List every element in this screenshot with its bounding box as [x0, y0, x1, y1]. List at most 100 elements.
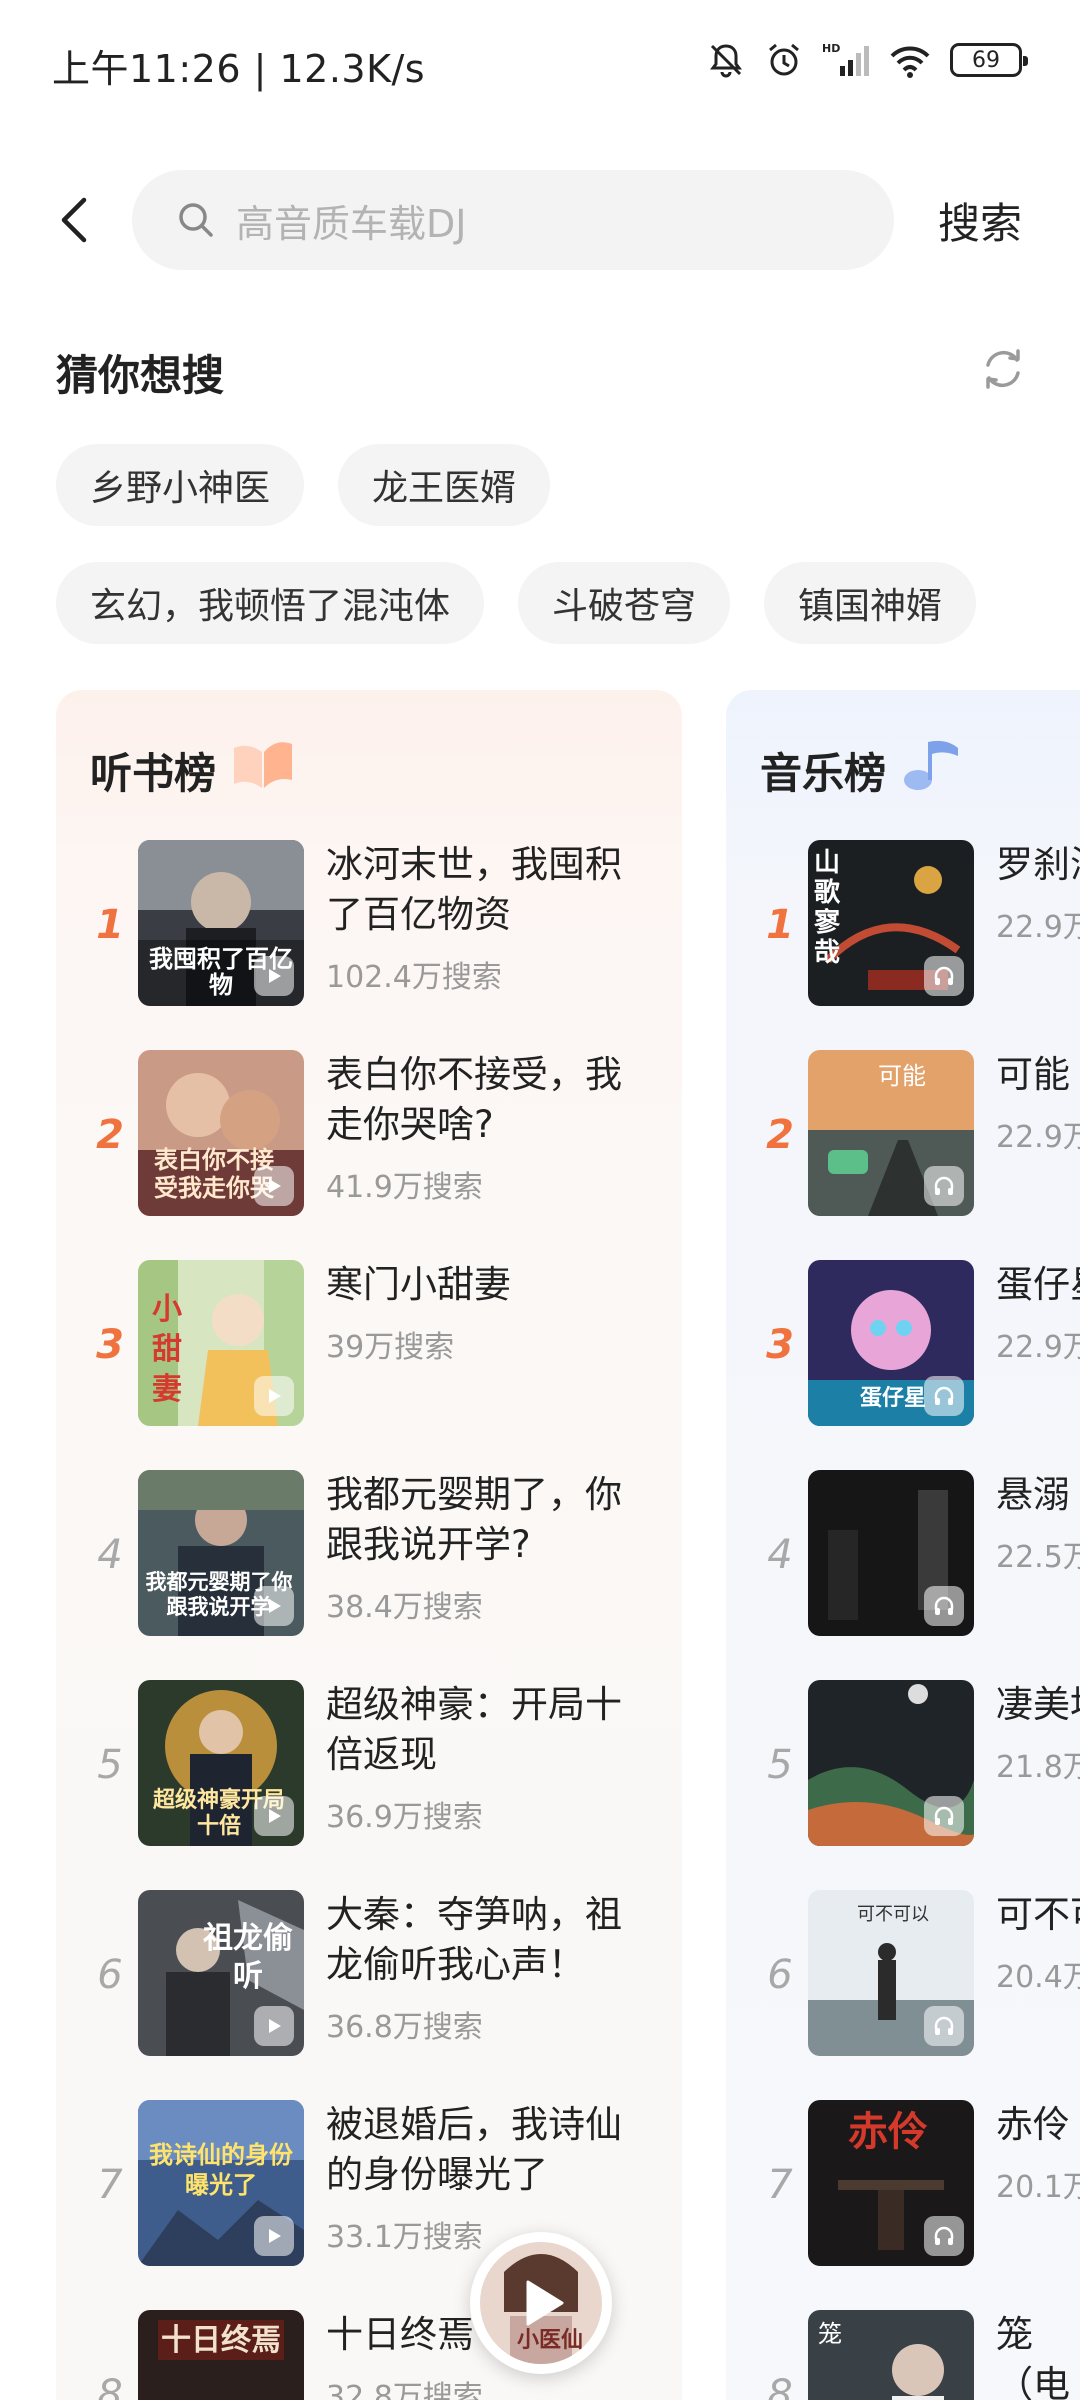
- back-arrow-icon[interactable]: [48, 192, 104, 248]
- battery-indicator: 69: [950, 43, 1028, 77]
- search-count: 22.9万搜索: [996, 910, 1080, 945]
- play-icon: [526, 2280, 564, 2326]
- rank-number: 6: [97, 1952, 123, 1998]
- music-item[interactable]: 3 蛋仔星 蛋仔星球 22.9万搜索: [726, 1260, 1080, 1430]
- audiobook-item[interactable]: 7 我诗仙的身份曝光了 被退婚后，我诗仙的身份曝光了 33.1万搜索: [56, 2100, 682, 2270]
- search-count: 32.8万搜索: [326, 2380, 483, 2400]
- item-title: 赤伶: [996, 2103, 1070, 2146]
- guess-section-title: 猜你想搜: [56, 351, 225, 400]
- open-book-icon: [234, 742, 292, 788]
- rank-number: 8: [97, 2372, 123, 2400]
- item-title: 凄美地: [996, 1683, 1080, 1726]
- mini-player-cover: 小医仙: [480, 2242, 602, 2364]
- music-item[interactable]: 2 可能 可能 22.9万搜索: [726, 1050, 1080, 1220]
- music-item[interactable]: 5 凄美地 21.8万搜索: [726, 1680, 1080, 1850]
- suggestion-chip[interactable]: 乡野小神医: [56, 444, 305, 526]
- item-title: 寒门小甜妻: [326, 1263, 511, 1306]
- cover-text: 可能: [878, 1062, 926, 1090]
- play-icon: [254, 1376, 294, 1416]
- music-chart-title[interactable]: 音乐榜: [760, 740, 886, 801]
- headphones-icon: [924, 2216, 964, 2256]
- album-cover: [808, 1470, 974, 1636]
- signal-icon: HD: [822, 42, 869, 76]
- headphones-icon: [924, 956, 964, 996]
- item-title: 可能: [996, 1053, 1070, 1096]
- search-header: 高音质车载DJ 搜索: [0, 168, 1080, 272]
- play-icon: [254, 2216, 294, 2256]
- headphones-icon: [924, 2006, 964, 2046]
- music-item[interactable]: 8 笼 笼（电影《消失的她》: [726, 2310, 1080, 2400]
- search-count: 33.1万搜索: [326, 2220, 483, 2255]
- cover-text: 小甜妻: [152, 1292, 182, 1407]
- audiobook-item[interactable]: 2 表白你不接受我走你哭 表白你不接受，我走你哭啥? 41.9万搜索: [56, 1050, 682, 1220]
- item-title: 冰河末世，我囤积了百亿物资: [326, 843, 622, 936]
- play-icon: [254, 1796, 294, 1836]
- wifi-icon: [890, 46, 930, 78]
- search-count: 22.9万搜索: [996, 1330, 1080, 1365]
- refresh-icon[interactable]: [978, 344, 1028, 394]
- book-cover: 我囤积了百亿物: [138, 840, 304, 1006]
- headphones-icon: [924, 1376, 964, 1416]
- rank-number: 1: [96, 902, 124, 948]
- search-input[interactable]: 高音质车载DJ: [132, 170, 894, 270]
- status-time: 上午11:26 | 12.3K/s: [52, 47, 426, 91]
- audiobook-chart-title[interactable]: 听书榜: [90, 740, 216, 801]
- audiobook-item[interactable]: 1 我囤积了百亿物 冰河末世，我囤积了百亿物资 102.4万搜索: [56, 840, 682, 1010]
- mute-bell-icon: [710, 44, 742, 78]
- item-title: 被退婚后，我诗仙的身份曝光了: [326, 2103, 622, 2196]
- book-cover: 我都元婴期了你跟我说开学: [138, 1470, 304, 1636]
- audiobook-item[interactable]: 6 祖龙偷听 大秦：夺笋呐，祖龙偷听我心声！ 36.8万搜索: [56, 1890, 682, 2060]
- suggestion-chip[interactable]: 玄幻，我顿悟了混沌体: [56, 562, 485, 644]
- rank-number: 2: [766, 1112, 794, 1158]
- mini-player[interactable]: 小医仙: [470, 2232, 612, 2374]
- audiobook-item[interactable]: 3 小甜妻 寒门小甜妻 39万搜索: [56, 1260, 682, 1430]
- alarm-icon: [769, 43, 799, 76]
- item-title: 笼（电影《消失的她》: [996, 2313, 1070, 2400]
- rank-number: 6: [767, 1952, 793, 1998]
- rank-number: 4: [97, 1532, 123, 1578]
- suggestion-chip[interactable]: 镇国神婿: [764, 562, 977, 644]
- search-icon: [179, 203, 213, 237]
- item-title: 表白你不接受，我走你哭啥?: [326, 1053, 622, 1146]
- search-count: 41.9万搜索: [326, 1170, 483, 1205]
- item-title: 悬溺: [996, 1473, 1070, 1516]
- cover-text: 十日终焉: [161, 2323, 281, 2358]
- audiobook-chart-card: 听书榜 1 我囤积了百亿物 冰河末世，我囤积了百亿物资 102.4万搜索 2 表…: [56, 690, 682, 2400]
- cover-text: 赤伶: [848, 2109, 928, 2155]
- headphones-icon: [924, 1796, 964, 1836]
- music-note-icon: [904, 740, 958, 790]
- music-item[interactable]: 4 悬溺 22.5万搜索: [726, 1470, 1080, 1640]
- play-icon: [254, 956, 294, 996]
- suggestion-chips: 乡野小神医 龙王医婿 玄幻，我顿悟了混沌体 斗破苍穹 镇国神婿: [56, 444, 1046, 680]
- svg-text:HD: HD: [822, 42, 840, 55]
- item-title: 大秦：夺笋呐，祖龙偷听我心声！: [326, 1893, 622, 1986]
- search-count: 22.5万搜索: [996, 1540, 1080, 1575]
- book-cover: 祖龙偷听: [138, 1890, 304, 2056]
- item-title: 超级神豪：开局十倍返现: [326, 1683, 622, 1776]
- rank-number: 2: [96, 1112, 124, 1158]
- music-item[interactable]: 7 赤伶 赤伶 20.1万搜索: [726, 2100, 1080, 2270]
- album-cover: 山歌寥哉: [808, 840, 974, 1006]
- rank-number: 4: [767, 1532, 793, 1578]
- rank-number: 1: [766, 902, 794, 948]
- audiobook-item[interactable]: 5 超级神豪开局十倍 超级神豪：开局十倍返现 36.9万搜索: [56, 1680, 682, 1850]
- audiobook-item[interactable]: 4 我都元婴期了你跟我说开学 我都元婴期了，你跟我说开学? 38.4万搜索: [56, 1470, 682, 1640]
- music-item[interactable]: 1 山歌寥哉 罗刹海市 22.9万搜索: [726, 840, 1080, 1010]
- search-count: 39万搜索: [326, 1330, 455, 1365]
- album-cover: 笼: [808, 2310, 974, 2400]
- search-button[interactable]: 搜索: [938, 190, 1022, 251]
- book-cover: 表白你不接受我走你哭: [138, 1050, 304, 1216]
- item-title: 罗刹海市: [996, 843, 1080, 886]
- suggestion-chip[interactable]: 斗破苍穹: [518, 562, 731, 644]
- rank-number: 8: [767, 2372, 793, 2400]
- cover-text: 祖龙偷听: [203, 1921, 293, 1994]
- item-title: 我都元婴期了，你跟我说开学?: [326, 1473, 622, 1566]
- book-cover: 我诗仙的身份曝光了: [138, 2100, 304, 2266]
- suggestion-chip[interactable]: 龙王医婿: [338, 444, 551, 526]
- item-title: 蛋仔星球: [996, 1263, 1080, 1306]
- search-count: 21.8万搜索: [996, 1750, 1080, 1785]
- book-cover: 超级神豪开局十倍: [138, 1680, 304, 1846]
- music-item[interactable]: 6 可不可以 可不可以 20.4万搜索: [726, 1890, 1080, 2060]
- search-count: 38.4万搜索: [326, 1590, 483, 1625]
- ranking-cards: 听书榜 1 我囤积了百亿物 冰河末世，我囤积了百亿物资 102.4万搜索 2 表…: [56, 690, 1080, 2400]
